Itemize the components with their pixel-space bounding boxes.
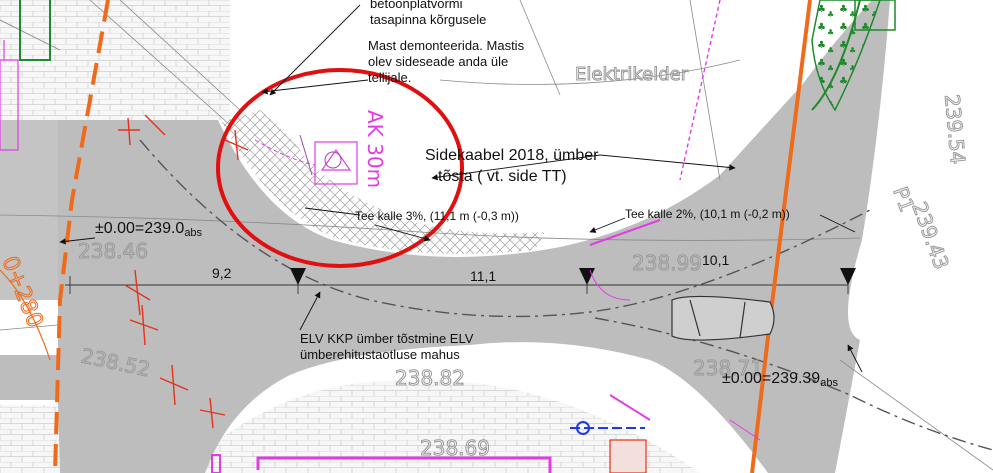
ghost-elev-4: 238.46 [78,239,148,263]
cable-note: Sidekaabel 2018, ümber tõsta ( vt. side … [425,147,603,185]
slope-right: Tee kalle 2%, (10,1 m (-0,2 m)) [625,207,790,221]
site-plan-drawing: ♣ ♣ [0,0,993,473]
mast-note: Mast demonteerida. Mastis olev sideseade… [368,38,528,85]
ghost-elev-9: 238.69 [420,436,490,460]
ghost-elektrikelder: Elektrikelder [575,64,689,85]
top-note: betoonplatvormi tasapinna kõrgusele [370,0,486,27]
paving-bottom-left [0,405,60,473]
dimension-1: 9,2 [212,265,232,281]
elv-note: ELV KKP ümber tõstmine ELV ümberehitusta… [300,331,477,362]
ak-label: AK 30m [363,110,387,188]
site-plan-canvas: ♣ ♣ [0,0,993,473]
parked-car [671,295,775,341]
ghost-elev-1: 239.54 [940,93,970,165]
ghost-elev-7: 238.99 [632,251,702,275]
ghost-elev-3: 239.43 [907,199,953,273]
dimension-2: 11,1 [470,268,496,284]
slope-left: Tee kalle 3%, (11,1 m (-0,3 m)) [355,209,519,223]
pillar-bottom [609,439,647,473]
dimension-3: 10,1 [702,252,729,268]
ghost-elev-6: 238.82 [395,366,465,390]
